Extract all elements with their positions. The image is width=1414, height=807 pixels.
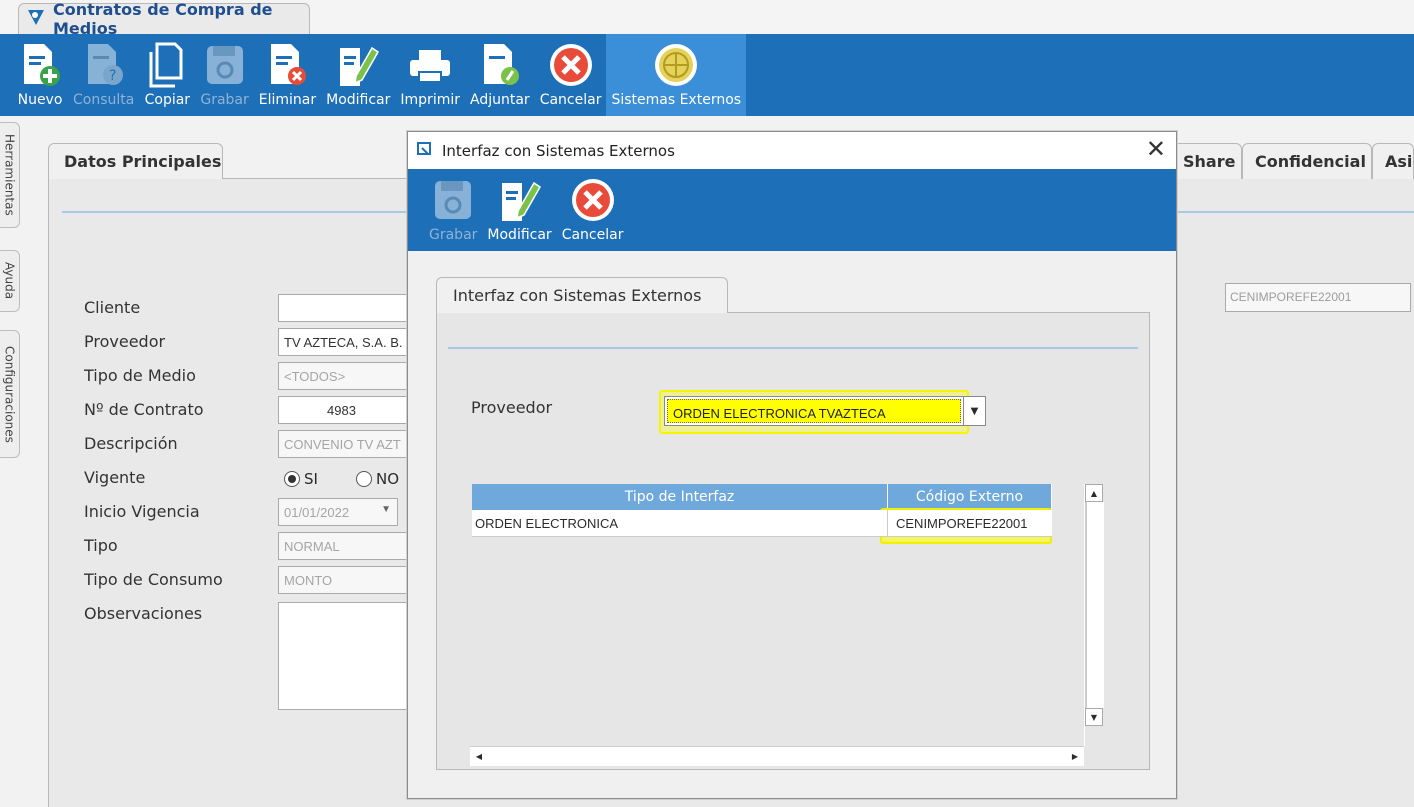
- cell-tipo-interfaz: ORDEN ELECTRONICA: [472, 510, 888, 536]
- app-title-tab[interactable]: Contratos de Compra de Medios: [18, 0, 310, 38]
- tipo-medio-select[interactable]: <TODOS>: [278, 362, 408, 390]
- close-icon[interactable]: ✕: [1146, 137, 1166, 161]
- cancel-icon: [548, 42, 594, 88]
- dialog-proveedor-value: ORDEN ELECTRONICA TVAZTECA: [667, 399, 961, 423]
- tipo-input[interactable]: NORMAL: [278, 532, 408, 560]
- dialog-modificar-button[interactable]: Modificar: [482, 169, 556, 251]
- vigente-si-radio[interactable]: SI: [284, 470, 318, 488]
- dialog-proveedor-label: Proveedor: [471, 398, 553, 417]
- col-tipo-interfaz[interactable]: Tipo de Interfaz: [472, 484, 888, 510]
- tab-datos-principales[interactable]: Datos Principales: [48, 143, 223, 179]
- cliente-label: Cliente: [84, 298, 141, 317]
- grid-header: Tipo de Interfaz Código Externo: [472, 484, 1052, 510]
- consulta-button[interactable]: ? Consulta: [68, 34, 139, 116]
- dialog-title: Interfaz con Sistemas Externos: [442, 141, 675, 160]
- observaciones-textarea[interactable]: [278, 602, 418, 710]
- grid-vertical-scrollbar[interactable]: ▲ ▼: [1084, 484, 1104, 746]
- external-code-field: CENIMPOREFE22001: [1225, 283, 1411, 312]
- nuevo-button[interactable]: Nuevo: [12, 34, 68, 116]
- printer-icon: [407, 42, 453, 88]
- tab-interfaz-sistemas[interactable]: Interfaz con Sistemas Externos: [436, 277, 728, 313]
- imprimir-button[interactable]: Imprimir: [395, 34, 465, 116]
- modificar-button[interactable]: Modificar: [321, 34, 395, 116]
- proveedor-input[interactable]: TV AZTECA, S.A. B.: [278, 328, 408, 356]
- dialog-proveedor-select[interactable]: ORDEN ELECTRONICA TVAZTECA ▼: [664, 396, 986, 426]
- observaciones-label: Observaciones: [84, 604, 203, 623]
- tab-share[interactable]: Share: [1170, 143, 1242, 179]
- scroll-up-icon[interactable]: ▲: [1085, 484, 1103, 502]
- edit-document-icon: [497, 177, 543, 223]
- scroll-right-icon[interactable]: ▶: [1066, 747, 1084, 766]
- inicio-vigencia-date[interactable]: 01/01/2022 ▼: [278, 498, 398, 526]
- copiar-button[interactable]: Copiar: [139, 34, 195, 116]
- adjuntar-button[interactable]: Adjuntar: [465, 34, 535, 116]
- cancel-icon: [570, 177, 616, 223]
- tipo-medio-label: Tipo de Medio: [84, 366, 196, 385]
- vigente-no-radio[interactable]: NO: [356, 470, 399, 488]
- tipo-consumo-label: Tipo de Consumo: [84, 570, 223, 589]
- scroll-down-icon[interactable]: ▼: [1085, 708, 1103, 726]
- cancelar-button[interactable]: Cancelar: [535, 34, 607, 116]
- side-tab-herramientas[interactable]: Herramientas: [0, 122, 20, 228]
- side-tab-ayuda[interactable]: Ayuda: [0, 250, 20, 312]
- tab-confidencial[interactable]: Confidencial: [1242, 143, 1372, 179]
- sistemas-externos-button[interactable]: Sistemas Externos: [606, 34, 747, 116]
- scroll-left-icon[interactable]: ◀: [470, 747, 488, 766]
- proveedor-label: Proveedor: [84, 332, 166, 351]
- cell-codigo-externo: CENIMPOREFE22001: [896, 515, 1028, 531]
- radio-checked-icon: [284, 471, 300, 487]
- contrato-label: Nº de Contrato: [84, 400, 204, 419]
- vigente-label: Vigente: [84, 468, 146, 487]
- descripcion-input[interactable]: CONVENIO TV AZT: [278, 430, 408, 458]
- app-title: Contratos de Compra de Medios: [53, 0, 273, 38]
- descripcion-label: Descripción: [84, 434, 178, 453]
- main-toolbar: Nuevo ? Consulta Copiar Grabar Eliminar …: [0, 34, 1414, 116]
- col-codigo-externo[interactable]: Código Externo: [888, 484, 1052, 510]
- eliminar-button[interactable]: Eliminar: [254, 34, 321, 116]
- chevron-down-icon[interactable]: ▼: [963, 397, 985, 425]
- delete-document-icon: [264, 42, 310, 88]
- grid-horizontal-scrollbar[interactable]: ◀ ▶: [470, 746, 1084, 766]
- dialog-toolbar: Grabar Modificar Cancelar: [408, 169, 1176, 251]
- edit-document-icon: [335, 42, 381, 88]
- table-row[interactable]: ORDEN ELECTRONICA CENIMPOREFE22001: [472, 510, 1052, 537]
- cliente-input[interactable]: [278, 294, 408, 322]
- new-document-icon: [17, 42, 63, 88]
- copy-icon: [144, 42, 190, 88]
- inicio-vigencia-label: Inicio Vigencia: [84, 502, 200, 521]
- dialog-divider: [448, 347, 1138, 349]
- dialog-title-bar: Interfaz con Sistemas Externos ✕: [408, 132, 1176, 169]
- side-tab-configuraciones[interactable]: Configuraciones: [0, 330, 20, 458]
- dialog-window-icon: [416, 141, 434, 161]
- external-systems-icon: [653, 42, 699, 88]
- tipo-consumo-input[interactable]: MONTO: [278, 566, 408, 594]
- tipo-label: Tipo: [84, 536, 118, 555]
- attach-document-icon: [477, 42, 523, 88]
- dialog-cancelar-button[interactable]: Cancelar: [557, 169, 629, 251]
- grabar-button[interactable]: Grabar: [195, 34, 253, 116]
- radio-unchecked-icon: [356, 471, 372, 487]
- save-icon: [430, 177, 476, 223]
- interface-grid: Tipo de Interfaz Código Externo ORDEN EL…: [470, 484, 1104, 766]
- query-document-icon: ?: [81, 42, 127, 88]
- tab-asig[interactable]: Asig: [1372, 143, 1414, 179]
- chevron-down-icon: ▼: [381, 504, 391, 515]
- svg-text:?: ?: [109, 68, 116, 84]
- scroll-track[interactable]: [1085, 502, 1104, 708]
- contrato-input[interactable]: 4983: [278, 396, 408, 424]
- app-logo-icon: [25, 7, 47, 31]
- external-systems-dialog: Interfaz con Sistemas Externos ✕ Grabar …: [407, 131, 1177, 799]
- dialog-grabar-button[interactable]: Grabar: [424, 169, 482, 251]
- save-icon: [202, 42, 248, 88]
